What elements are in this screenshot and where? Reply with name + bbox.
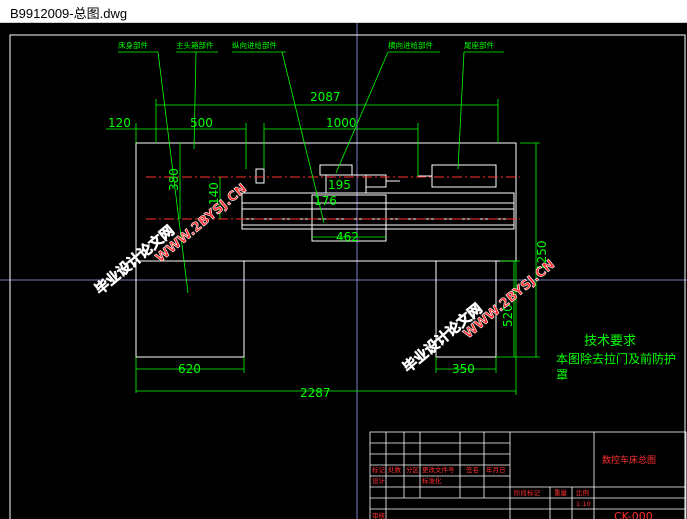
bed-rails (241, 192, 515, 230)
window-title: B9912009-总图.dwg (10, 6, 128, 21)
tailstock (431, 164, 497, 188)
tb-weight: 重量 (554, 489, 568, 497)
dim-620: 620 (178, 362, 201, 376)
tb-mark: 标记 (372, 465, 386, 474)
dim-1000: 1000 (326, 116, 357, 130)
part-labels: 床身部件 主头箱部件 纵向进给部件 横向进给部件 尾座部件 (118, 40, 494, 50)
tb-scale-value: 1:10 (576, 500, 591, 508)
left-pedestal (135, 260, 245, 358)
dim-380: 380 (167, 168, 181, 191)
dim-500: 500 (190, 116, 213, 130)
tech-requirements: 技术要求 本图除去拉门及前防护 罩 (556, 334, 676, 382)
tech-line-2: 罩 (556, 368, 568, 382)
tb-sign: 签名 (466, 465, 479, 474)
label-bed: 床身部件 (118, 40, 148, 50)
tb-standard: 标准化 (422, 476, 442, 485)
dim-2087: 2087 (310, 90, 341, 104)
tb-count: 处数 (388, 465, 402, 474)
title-block (369, 431, 687, 519)
tb-date: 年月日 (486, 465, 506, 474)
label-tailstock: 尾座部件 (464, 40, 494, 50)
dim-2287: 2287 (300, 386, 331, 400)
tb-scale: 比例 (576, 488, 589, 497)
title-bar: B9912009-总图.dwg (0, 0, 687, 23)
label-longitudinal-feed: 纵向进给部件 (232, 40, 277, 50)
watermarks: 毕业设计论文网 WWW.2BYSJ.CN 毕业设计论文网 WWW.2BYSJ.C… (91, 181, 558, 376)
tb-drawing-code: CK-000 (614, 510, 653, 519)
drawing-canvas[interactable]: 床身部件 主头箱部件 纵向进给部件 横向进给部件 尾座部件 2087 120 5… (0, 23, 687, 519)
tb-design: 设计 (372, 476, 386, 485)
dim-350: 350 (452, 362, 475, 376)
dim-176: 176 (314, 194, 337, 208)
dim-195: 195 (328, 178, 351, 192)
tb-zone: 分区 (406, 465, 420, 474)
label-cross-feed: 横向进给部件 (388, 40, 433, 50)
title-block-text: 标记 处数 分区 更改文件号 签名 年月日 设计 标准化 审核 阶段标记 重量 … (372, 465, 591, 519)
tech-line-1: 本图除去拉门及前防护 (556, 351, 676, 366)
dim-120: 120 (108, 116, 131, 130)
cad-drawing[interactable]: 床身部件 主头箱部件 纵向进给部件 横向进给部件 尾座部件 2087 120 5… (0, 23, 687, 519)
label-headstock: 主头箱部件 (176, 40, 214, 50)
tb-drawing-name: 数控车床总图 (602, 454, 656, 466)
tech-heading: 技术要求 (584, 334, 636, 349)
watermark-url-2: WWW.2BYSJ.CN (461, 257, 558, 342)
tb-change-doc: 更改文件号 (422, 465, 455, 474)
dim-462: 462 (336, 230, 359, 244)
tb-stage: 阶段标记 (514, 488, 541, 497)
tb-review: 审核 (372, 511, 386, 519)
